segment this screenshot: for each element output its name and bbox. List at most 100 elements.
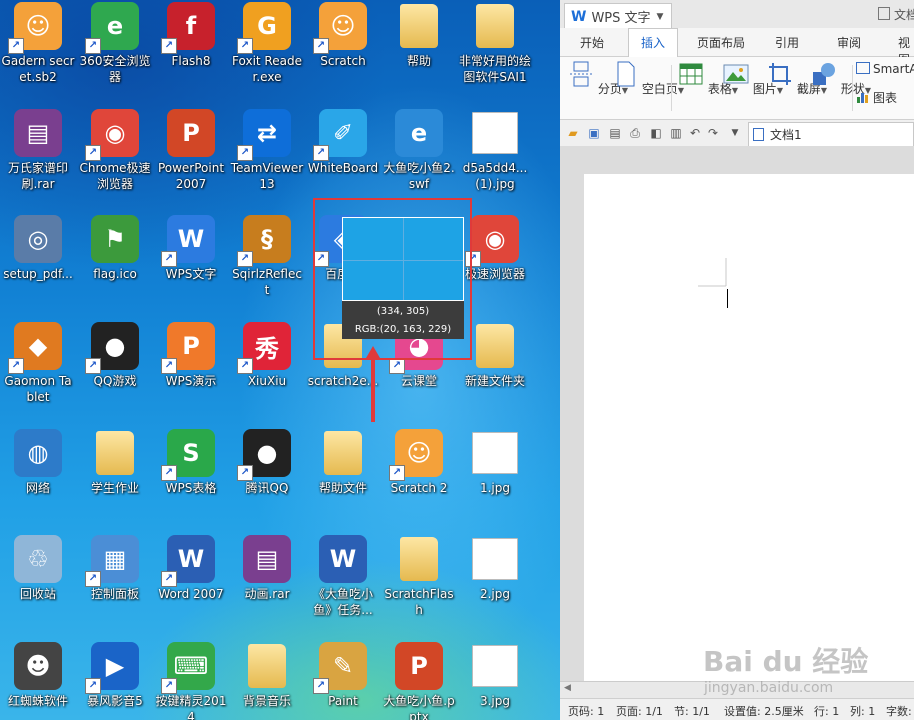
desktop-icon[interactable]: W ↗ WPS文字	[153, 213, 229, 320]
desktop-icon[interactable]: ✎ ↗ Paint	[305, 640, 381, 720]
wps-writer-icon: W ↗	[161, 215, 215, 267]
smartart-button[interactable]: SmartArt	[856, 62, 914, 76]
tab-start[interactable]: 开始	[580, 34, 604, 51]
gaomon-icon: ◆ ↗	[8, 322, 62, 374]
desktop-icon[interactable]: ◆ ↗ Gaomon Tablet	[0, 320, 76, 427]
scroll-left-icon[interactable]: ◀	[564, 683, 571, 693]
status-pages: 页面: 1/1	[616, 705, 663, 718]
word-icon: W ↗	[161, 535, 215, 587]
app-name: WPS 文字	[591, 11, 651, 26]
desktop-icon[interactable]: ☺ ↗ Gadern secret.sb2	[0, 0, 76, 107]
desktop-icon[interactable]: ● ↗ QQ游戏	[77, 320, 153, 427]
360-browser-icon: e ↗	[85, 2, 139, 54]
desktop-icon[interactable]: G ↗ Foxit Reader.exe	[229, 0, 305, 107]
desktop-icon[interactable]: e ↗ 360安全浏览器	[77, 0, 153, 107]
app-menu-button[interactable]: W WPS 文字 ▼	[564, 3, 672, 29]
shortcut-arrow-icon: ↗	[85, 145, 101, 161]
desktop-icon[interactable]: ☺ ↗ Scratch	[305, 0, 381, 107]
desktop-icon[interactable]: W ↗ Word 2007	[153, 533, 229, 640]
chart-button[interactable]: 图表	[856, 89, 897, 106]
tab-insert[interactable]: 插入	[628, 28, 679, 57]
desktop-icon-label: 2.jpg	[479, 587, 511, 601]
desktop-icon[interactable]: 学生作业	[77, 427, 153, 534]
baidu-watermark-url: jingyan.baidu.com	[704, 680, 834, 696]
desktop-icon[interactable]: ScratchFlash	[381, 533, 457, 640]
desktop-icon-label: TeamViewer 13	[230, 161, 304, 191]
desktop-icon[interactable]: ▦ ↗ 控制面板	[77, 533, 153, 640]
desktop-icon[interactable]: ● ↗ 腾讯QQ	[229, 427, 305, 534]
save-icon[interactable]: ▣	[587, 126, 601, 140]
desktop-icon[interactable]: f ↗ Flash8	[153, 0, 229, 107]
image-file-icon	[471, 429, 519, 477]
desktop-icon[interactable]: 秀 ↗ XiuXiu	[229, 320, 305, 427]
red-spider-icon: ☻	[14, 642, 62, 690]
desktop-icon[interactable]: 帮助文件	[305, 427, 381, 534]
network-icon: ◍	[14, 429, 62, 477]
folder-icon	[471, 2, 519, 50]
desktop-icon[interactable]: ▤ 动画.rar	[229, 533, 305, 640]
desktop-icon[interactable]: ☺ ↗ Scratch 2	[381, 427, 457, 534]
desktop-icon-label: 大鱼吃小鱼2.swf	[383, 161, 455, 191]
desktop-icon[interactable]: 背景音乐	[229, 640, 305, 720]
desktop-icon[interactable]: 1.jpg	[457, 427, 533, 534]
title-bar: W WPS 文字 ▼ 文档	[560, 0, 914, 29]
desktop-icon[interactable]: 3.jpg	[457, 640, 533, 720]
desktop-icon[interactable]: P PowerPoint 2007	[153, 107, 229, 214]
scratch-cat-icon: ☺ ↗	[8, 2, 62, 54]
qq-icon: ● ↗	[237, 429, 291, 481]
shortcut-arrow-icon: ↗	[313, 38, 329, 54]
desktop-icon[interactable]: ☻ 红蜘蛛软件	[0, 640, 76, 720]
wps-spreadsheet-icon: S ↗	[161, 429, 215, 481]
document-tab[interactable]: 文档1	[748, 122, 914, 146]
status-col: 列: 1	[850, 705, 876, 718]
desktop-icon[interactable]: 帮助	[381, 0, 457, 107]
desktop-icon-label: Flash8	[171, 54, 211, 68]
spell-check-icon[interactable]: ▥	[669, 126, 683, 140]
quick-access-toolbar: ▰ ▣ ▤ ⎙ ◧ ▥ ↶ ↷ ▼ 文档1	[560, 120, 914, 147]
desktop-icon[interactable]: 2.jpg	[457, 533, 533, 640]
desktop-icon-label: Scratch 2	[390, 481, 448, 495]
open-icon[interactable]: ▰	[566, 126, 580, 140]
desktop-icon[interactable]: ♲ 回收站	[0, 533, 76, 640]
desktop-icon-label: 非常好用的绘图软件SAI1	[458, 54, 531, 84]
desktop-icon[interactable]: § ↗ SqirlzReflect	[229, 213, 305, 320]
shortcut-arrow-icon: ↗	[85, 571, 101, 587]
desktop-icon-label: 360安全浏览器	[79, 54, 151, 84]
tab-page-layout[interactable]: 页面布局	[697, 34, 745, 51]
desktop-icon[interactable]: ▤ 万氏家谱印刷.rar	[0, 107, 76, 214]
desktop-icon[interactable]: ⇄ ↗ TeamViewer 13	[229, 107, 305, 214]
shortcut-arrow-icon: ↗	[161, 678, 177, 694]
blank-page-icon	[617, 61, 635, 87]
tab-references[interactable]: 引用	[775, 34, 799, 51]
desktop-icon[interactable]: ◍ 网络	[0, 427, 76, 534]
shortcut-arrow-icon: ↗	[8, 38, 24, 54]
undo-icon[interactable]: ↶	[688, 126, 702, 140]
desktop-icon[interactable]: ⚑ flag.ico	[77, 213, 153, 320]
desktop-icon[interactable]: ◉ ↗ Chrome极速浏览器	[77, 107, 153, 214]
picker-coords: (334, 305)	[376, 306, 430, 317]
print-icon[interactable]: ⎙	[628, 126, 642, 140]
desktop-icon[interactable]: ◎ setup_pdf...	[0, 213, 76, 320]
desktop-icon[interactable]: P ↗ WPS演示	[153, 320, 229, 427]
screenshot-icon	[769, 63, 791, 85]
desktop-icon[interactable]: S ↗ WPS表格	[153, 427, 229, 534]
desktop-icon[interactable]: 非常好用的绘图软件SAI1	[457, 0, 533, 107]
qq-game-icon: ● ↗	[85, 322, 139, 374]
export-pdf-icon[interactable]: ▤	[608, 126, 622, 140]
tab-review[interactable]: 审阅	[837, 34, 861, 51]
chevron-down-icon[interactable]: ▼	[728, 126, 742, 140]
blank-page-button[interactable]: 空白页▼	[612, 61, 684, 97]
document-page[interactable]	[584, 174, 914, 694]
preview-icon[interactable]: ◧	[649, 126, 663, 140]
redo-icon[interactable]: ↷	[706, 126, 720, 140]
desktop-icon-label: ScratchFlash	[384, 587, 454, 617]
status-setting: 设置值: 2.5厘米	[724, 705, 804, 718]
desktop-icon[interactable]: W 《大鱼吃小鱼》任务...	[305, 533, 381, 640]
picker-info: (334, 305) RGB:(20, 163, 229)	[342, 301, 464, 339]
shortcut-arrow-icon: ↗	[8, 358, 24, 374]
desktop-icon[interactable]: P 大鱼吃小鱼.pptx	[381, 640, 457, 720]
desktop-icon[interactable]: ⌨ ↗ 按键精灵2014	[153, 640, 229, 720]
desktop-icon[interactable]: ▶ ↗ 暴风影音5	[77, 640, 153, 720]
winrar-icon: ▤	[243, 535, 291, 583]
page-corner-mark	[698, 258, 727, 287]
